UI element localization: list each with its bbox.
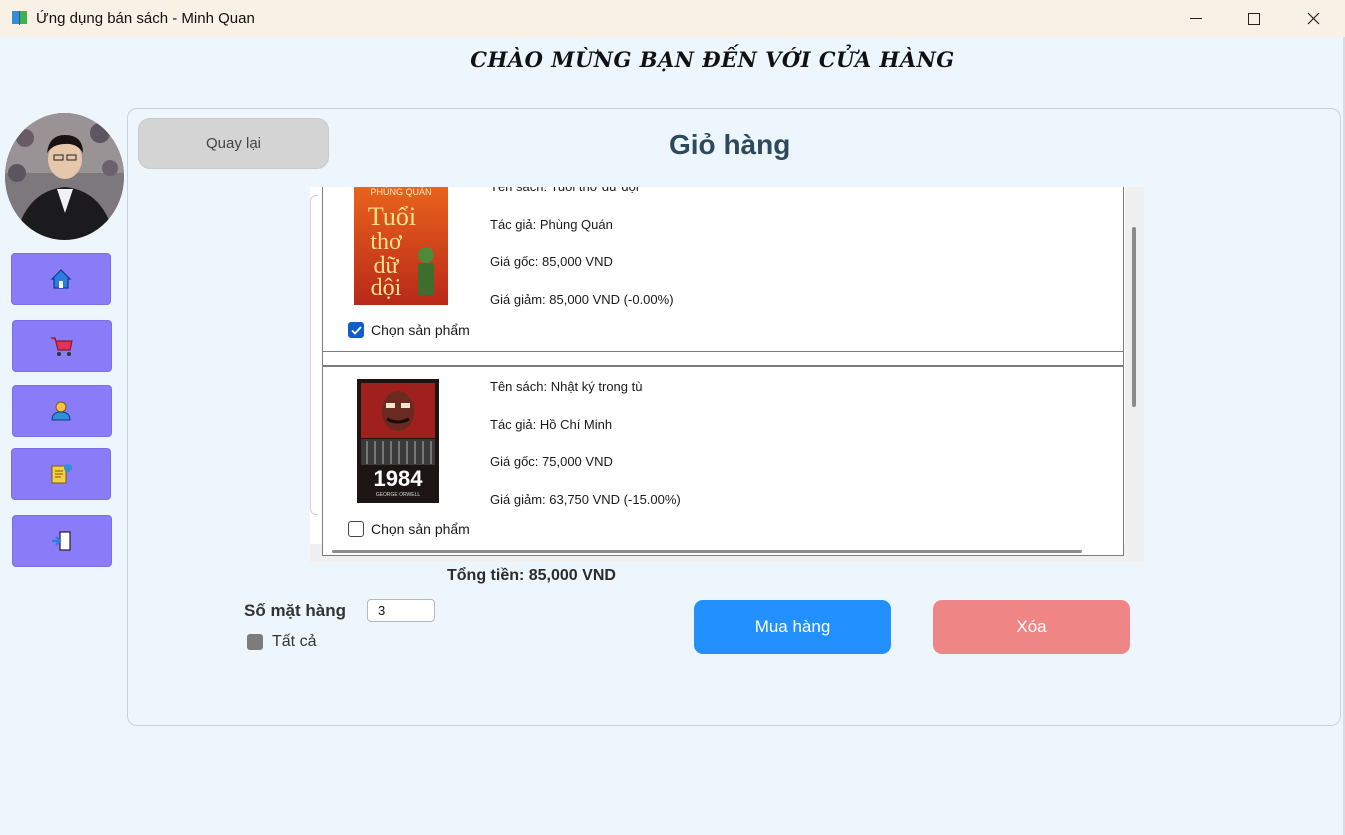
book-author: Tác giả: Phùng Quán xyxy=(490,216,613,232)
cart-item: PHÙNG QUÁN Tuổi thơ dữ dội Tên sách: Tuổ… xyxy=(322,187,1124,352)
select-product-label: Chọn sản phẩm xyxy=(371,322,470,338)
cover-title-line: Tuổi xyxy=(368,202,416,231)
select-product-label: Chọn sản phẩm xyxy=(371,521,470,537)
item-count-field[interactable]: 3 xyxy=(367,599,435,622)
cart-icon xyxy=(51,337,73,356)
maximize-icon xyxy=(1248,12,1260,25)
orders-icon xyxy=(51,464,72,484)
logout-icon xyxy=(52,531,71,551)
book-info: Tên sách: Tuổi thơ dữ dội Tác giả: Phùng… xyxy=(490,187,674,329)
item-separator xyxy=(322,352,1124,366)
buy-button[interactable]: Mua hàng xyxy=(694,600,891,654)
cover-author: GEORGE ORWELL xyxy=(376,492,421,498)
list-edge xyxy=(310,195,318,515)
book-name: Tên sách: Nhật ký trong tù xyxy=(490,379,643,394)
title-bar: Ứng dụng bán sách - Minh Quan xyxy=(0,0,1345,37)
select-product-row[interactable]: Chọn sản phẩm xyxy=(348,322,470,338)
item-count-label: Số mặt hàng xyxy=(244,601,347,620)
book-info: Tên sách: Nhật ký trong tù Tác giả: Hồ C… xyxy=(490,379,681,529)
sidebar-orders-button[interactable] xyxy=(11,448,111,500)
select-product-row[interactable]: Chọn sản phẩm xyxy=(348,521,470,537)
user-avatar xyxy=(5,113,124,240)
select-all-checkbox[interactable] xyxy=(247,634,263,650)
cover-title-line: dội xyxy=(371,275,402,301)
vertical-scrollbar[interactable] xyxy=(1132,227,1136,407)
select-product-checkbox[interactable] xyxy=(348,322,364,338)
sidebar-cart-button[interactable] xyxy=(12,320,112,372)
cover-author: PHÙNG QUÁN xyxy=(370,187,431,197)
close-button[interactable] xyxy=(1284,0,1342,37)
welcome-banner: CHÀO MỪNG BẠN ĐẾN VỚI CỬA HÀNG xyxy=(470,47,955,72)
cover-title-line: thơ xyxy=(370,229,402,255)
select-all-row[interactable]: Tất cả xyxy=(247,633,316,651)
close-icon xyxy=(1307,12,1319,25)
book-app-icon xyxy=(12,11,27,25)
cart-item-list[interactable]: PHÙNG QUÁN Tuổi thơ dữ dội Tên sách: Tuổ… xyxy=(310,187,1144,562)
cover-title: 1984 xyxy=(374,466,424,491)
select-all-label: Tất cả xyxy=(272,633,317,650)
sidebar-home-button[interactable] xyxy=(11,253,111,305)
sidebar-logout-button[interactable] xyxy=(12,515,112,567)
book-author: Tác giả: Hồ Chí Minh xyxy=(490,416,613,432)
window-title: Ứng dụng bán sách - Minh Quan xyxy=(36,10,255,27)
user-icon xyxy=(51,401,71,421)
horizontal-scrollbar[interactable] xyxy=(332,550,1082,553)
sidebar-account-button[interactable] xyxy=(12,385,112,437)
book-price: Giá gốc: 75,000 VND xyxy=(490,454,613,469)
book-sale-price: Giá giảm: 85,000 VND (-0.00%) xyxy=(490,291,674,307)
page-title: Giỏ hàng xyxy=(669,129,791,160)
maximize-button[interactable] xyxy=(1225,0,1283,37)
total-price: Tổng tiền: 85,000 VND xyxy=(447,567,616,584)
book-cover-1984: 1984 GEORGE ORWELL xyxy=(357,379,439,503)
cart-item: 1984 GEORGE ORWELL Tên sách: Nhật ký tro… xyxy=(322,366,1124,556)
back-button[interactable]: Quay lại xyxy=(138,118,329,169)
book-sale-price: Giá giảm: 63,750 VND (-15.00%) xyxy=(490,491,681,507)
home-icon xyxy=(50,269,72,289)
minimize-icon xyxy=(1190,17,1202,19)
check-icon xyxy=(350,325,362,335)
book-cover-tuoi-tho-du-doi: PHÙNG QUÁN Tuổi thơ dữ dội xyxy=(354,187,448,305)
delete-button[interactable]: Xóa xyxy=(933,600,1130,654)
minimize-button[interactable] xyxy=(1167,0,1225,37)
book-name: Tên sách: Tuổi thơ dữ dội xyxy=(490,187,674,217)
select-product-checkbox[interactable] xyxy=(348,521,364,537)
book-price: Giá gốc: 85,000 VND xyxy=(490,254,613,269)
